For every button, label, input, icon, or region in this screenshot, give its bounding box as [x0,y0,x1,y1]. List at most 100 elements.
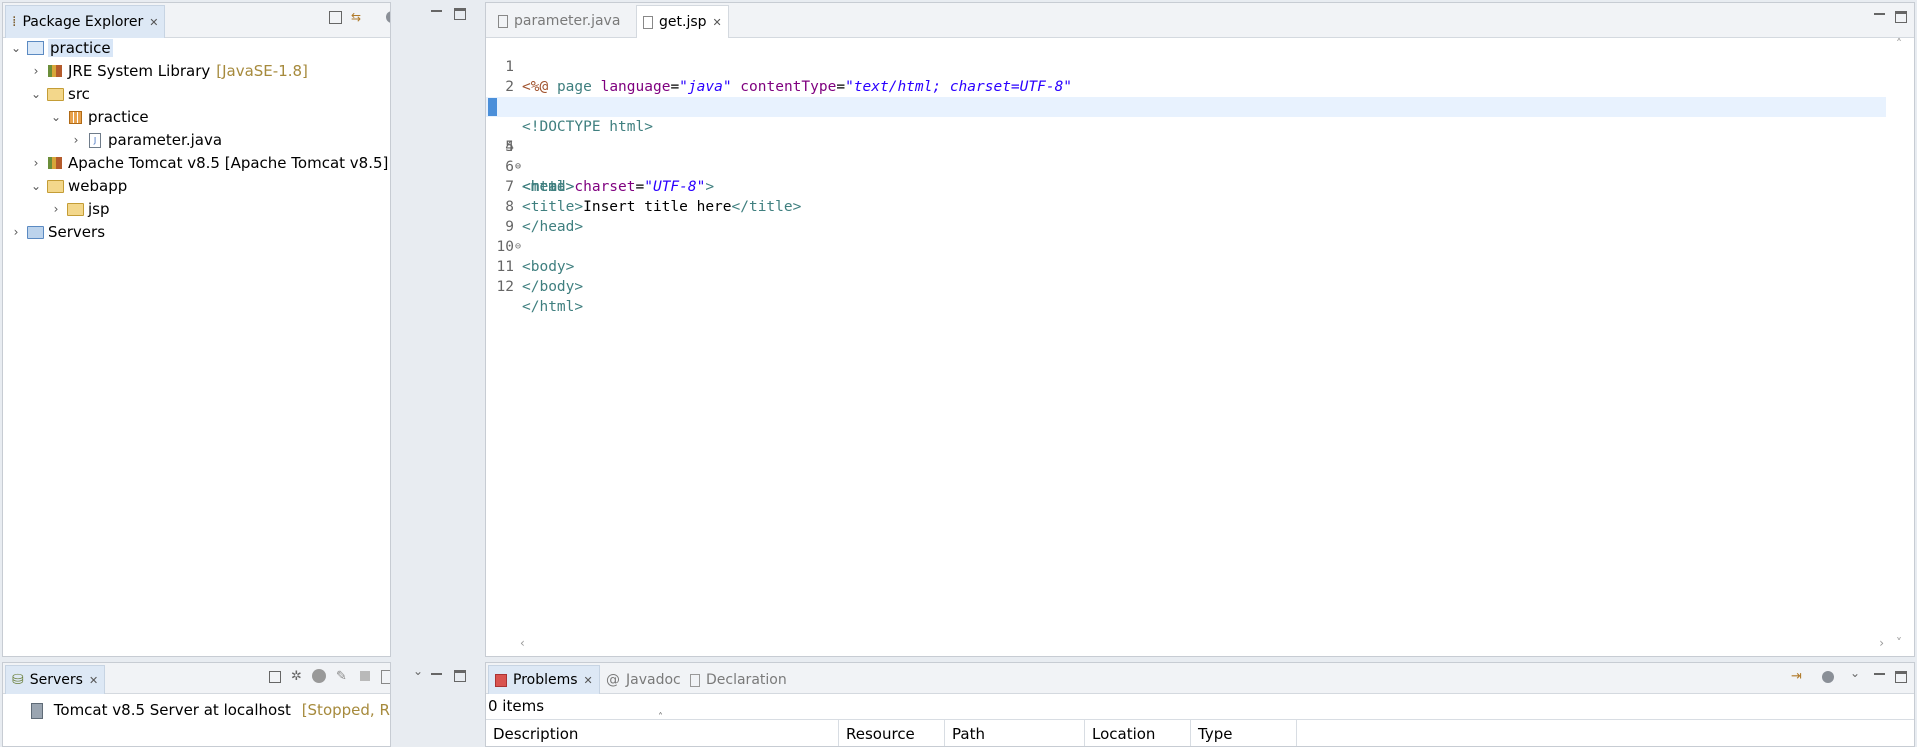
chevron-right-icon[interactable]: › [49,202,63,216]
tab-servers-label: Servers [29,672,83,688]
current-line-marker [488,98,497,116]
code-line[interactable]: 8 </head> [486,177,1886,235]
close-icon[interactable]: ✕ [149,16,158,29]
tree-node-jsp[interactable]: › jsp [49,198,110,220]
maximize-icon[interactable] [454,670,466,682]
close-icon[interactable]: ✕ [713,16,722,29]
code-line-current[interactable]: 4 ⊖ <html> [486,97,1886,195]
tree-node-label: parameter.java [108,131,223,149]
package-explorer-icon: ⁞ [12,14,17,30]
server-row[interactable]: Tomcat v8.5 Server at localhost [Stopped… [31,701,390,719]
filters-icon[interactable] [386,11,390,23]
column-header-resource[interactable]: Resource [839,720,945,746]
tree-node-label: Servers [48,223,106,241]
close-icon[interactable]: ✕ [89,674,98,687]
library-icon [46,155,64,171]
tab-problems[interactable]: Problems ✕ [488,665,600,694]
code-line[interactable]: 2 pageEncoding="UTF-8"%> [486,57,1886,115]
tree-node-tomcat-library[interactable]: › Apache Tomcat v8.5 [Apache Tomcat v8.5… [29,152,389,174]
vertical-scrollbar[interactable]: ˄ ˅ [1888,37,1914,656]
tree-node-label: practice [88,108,149,126]
maximize-icon[interactable] [454,8,466,20]
project-icon [26,40,44,56]
tree-node-label: webapp [68,177,128,195]
declaration-icon [690,673,700,687]
collapse-all-icon[interactable] [329,11,342,24]
code-line[interactable]: 3 <!DOCTYPE html> [486,77,1886,135]
minimize-icon[interactable] [431,673,442,675]
column-header-path[interactable]: Path [945,720,1085,746]
profile-icon[interactable]: ✎ [336,669,347,684]
maximize-icon[interactable] [1895,11,1907,23]
problems-tabbar: Problems ✕ @ Javadoc Declaration ⇥ [486,663,1914,694]
editor-area: parameter.java get.jsp ✕ 1 <%@ page lang… [485,2,1915,657]
minimize-icon[interactable] [1874,13,1885,15]
maximize-icon[interactable] [1895,671,1907,683]
chevron-down-icon[interactable]: ⌄ [9,41,23,55]
code-editor[interactable]: 1 <%@ page language="java" contentType="… [486,37,1886,634]
scroll-left-icon[interactable]: ‹ [520,636,525,650]
code-line[interactable]: 6 <meta charset="UTF-8"> [486,137,1886,195]
tree-node-label: Apache Tomcat v8.5 [Apache Tomcat v8.5] [68,154,389,172]
code-line[interactable]: 9 ⊖ <body> [486,197,1886,275]
chevron-right-icon[interactable]: › [9,225,23,239]
tree-node-label: JRE System Library [68,62,211,80]
close-icon[interactable]: ✕ [584,674,593,687]
code-line[interactable]: 5 ⊖ <head> [486,117,1886,195]
tab-get-jsp[interactable]: get.jsp ✕ [636,5,729,38]
debug-icon[interactable]: ✲ [291,669,302,684]
chevron-right-icon[interactable]: › [69,133,83,147]
tab-javadoc[interactable]: @ Javadoc [600,666,687,694]
column-header-description[interactable]: Description [486,720,839,746]
scroll-up-icon[interactable]: ˄ [1896,37,1902,51]
stop-icon[interactable] [360,671,370,681]
java-file-icon: J [86,132,104,148]
code-line[interactable]: 12 </html> [486,257,1886,315]
tab-declaration[interactable]: Declaration [684,666,793,694]
publish-icon[interactable] [381,670,390,684]
chevron-right-icon[interactable]: › [29,156,43,170]
column-header-type[interactable]: Type [1191,720,1297,746]
chevron-down-icon[interactable]: ⌄ [29,87,43,101]
start-icon[interactable] [312,669,326,683]
tree-node-src[interactable]: ⌄ src [29,83,90,105]
filters-icon[interactable] [1822,671,1834,683]
chevron-down-icon[interactable]: ⌄ [49,110,63,124]
code-line[interactable]: 7 <title>Insert title here</title> [486,157,1886,215]
tree-node-jre-library[interactable]: › JRE System Library [JavaSE-1.8] [29,60,308,82]
code-line[interactable]: 10 [486,217,1886,255]
tree-node-label: practice [48,39,113,57]
scroll-down-icon[interactable]: ˅ [1896,636,1902,650]
line-number: 12 [496,279,514,295]
tree-node-label: jsp [88,200,110,218]
column-header-location[interactable]: Location [1085,720,1191,746]
tab-parameter-java[interactable]: parameter.java [492,6,626,36]
tab-label: Javadoc [626,672,681,688]
code-line[interactable]: 11 </body> [486,237,1886,295]
chevron-down-icon[interactable]: ⌄ [29,179,43,193]
tree-node-servers[interactable]: › Servers [9,221,105,243]
tree-node-practice-package[interactable]: ⌄ practice [49,106,149,128]
focus-icon[interactable]: ⇥ [1791,669,1802,684]
problems-table-header: ˄ Description Resource Path Location Typ… [486,712,1914,746]
collapse-all-icon[interactable] [269,671,281,683]
code-line[interactable]: 1 <%@ page language="java" contentType="… [486,37,1886,95]
tree-node-practice-project[interactable]: ⌄ practice [9,37,113,59]
tree-node-parameter-java[interactable]: › J parameter.java [69,129,222,151]
chevron-right-icon[interactable]: › [29,64,43,78]
source-folder-icon [46,86,64,102]
folder-icon [66,201,84,217]
tab-servers[interactable]: ⛁ Servers ✕ [5,665,106,694]
view-menu-icon[interactable] [1848,666,1862,680]
server-status: [Stopped, Republish] [301,701,390,719]
scroll-right-icon[interactable]: › [1879,636,1884,650]
library-icon [46,63,64,79]
tree-node-webapp[interactable]: ⌄ webapp [29,175,127,197]
view-menu-icon[interactable] [411,664,425,678]
minimize-icon[interactable] [431,10,442,12]
minimize-icon[interactable] [1874,673,1885,675]
horizontal-scrollbar[interactable]: ‹ › [520,634,1886,656]
link-with-editor-icon[interactable]: ⇆ [351,10,364,24]
package-explorer-tabbar: ⁞ Package Explorer ✕ ⇆ [3,3,390,38]
tab-package-explorer[interactable]: ⁞ Package Explorer ✕ [5,5,166,38]
